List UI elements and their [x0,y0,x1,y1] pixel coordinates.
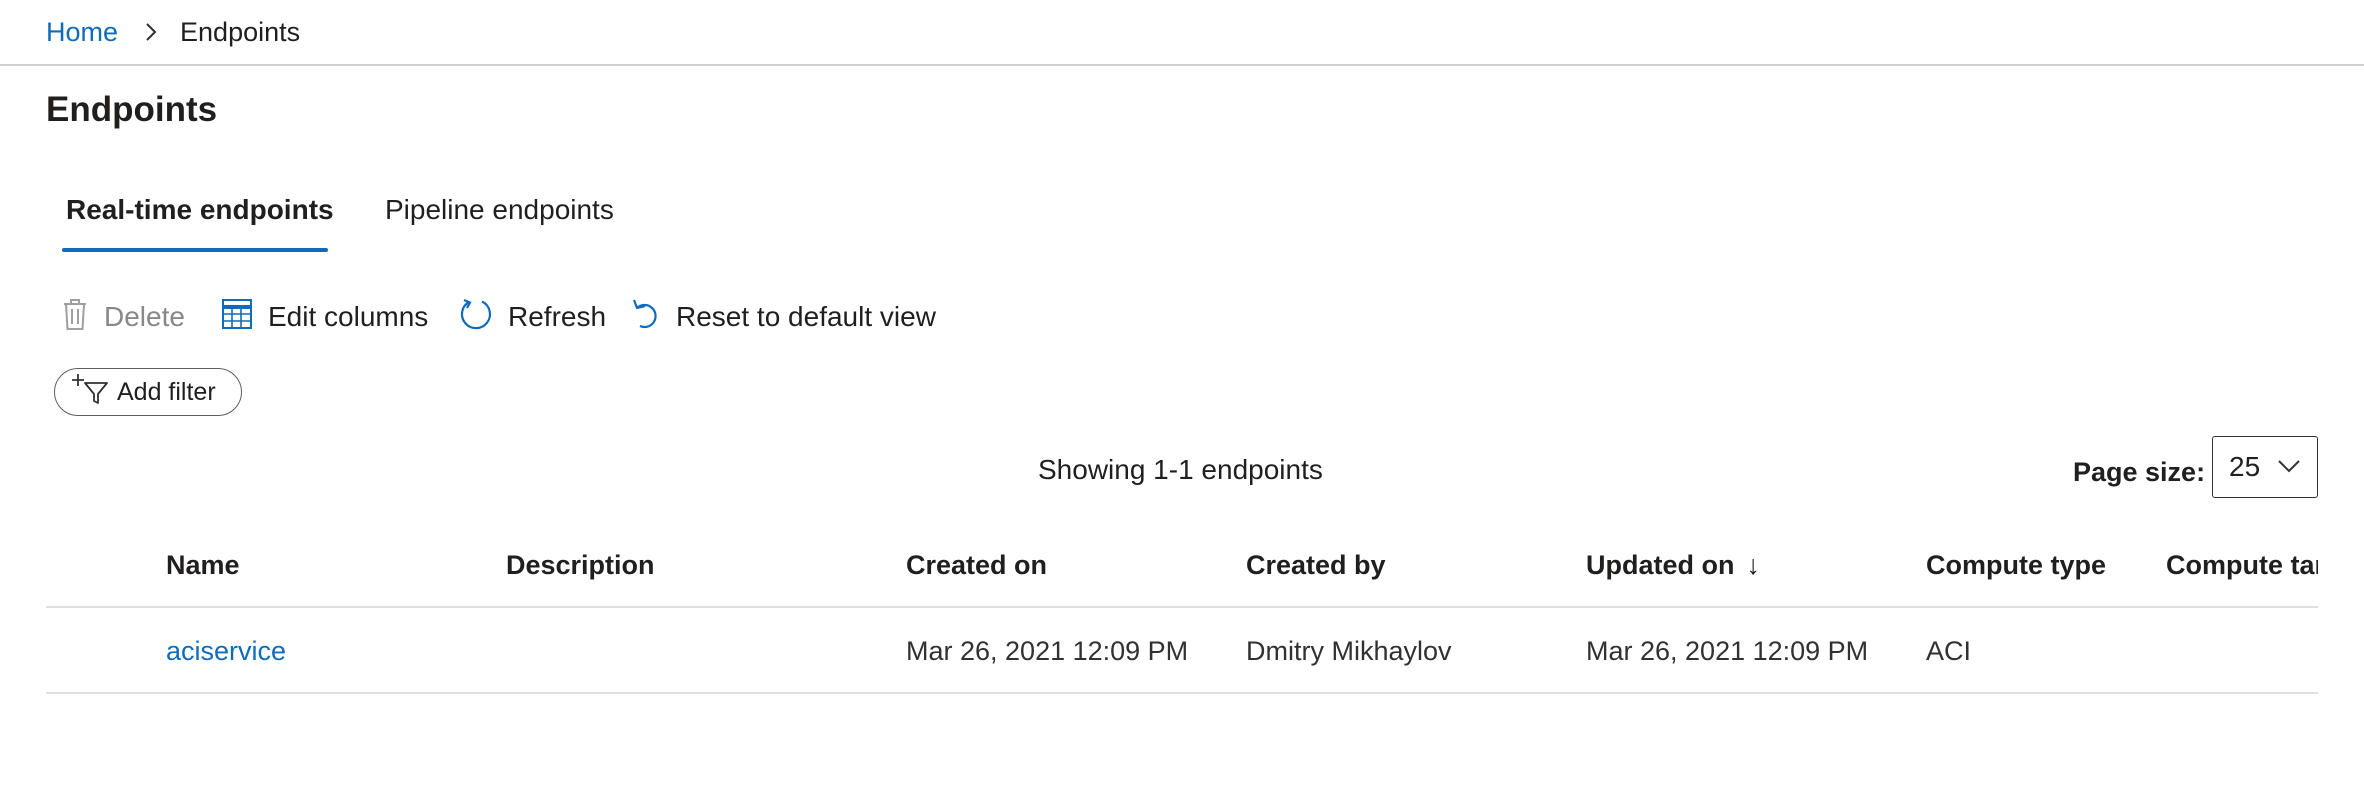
column-header-created-by[interactable]: Created by [1246,546,1386,584]
breadcrumb-current: Endpoints [180,16,301,47]
delete-label: Delete [104,301,185,332]
refresh-icon [458,296,508,339]
breadcrumb-home-link[interactable]: Home [46,17,118,48]
breadcrumb: Home Endpoints [46,0,300,64]
cell-created-by: Dmitry Mikhaylov [1246,636,1452,666]
column-header-compute-type[interactable]: Compute type [1926,546,2106,584]
page-size-label: Page size: [2073,457,2206,487]
add-filter-button[interactable]: Add filter [54,368,242,416]
refresh-button[interactable]: Refresh [458,292,606,342]
results-count: Showing 1-1 endpoints [1038,454,1323,485]
header-divider [0,64,2364,66]
column-header-created-on[interactable]: Created on [906,546,1047,584]
column-header-name[interactable]: Name [166,546,240,584]
table-columns-icon [220,297,268,338]
table-header-divider [46,606,2318,608]
delete-button[interactable]: Delete [60,292,185,342]
table-row-divider [46,692,2318,694]
add-filter-icon [69,372,117,413]
refresh-label: Refresh [508,301,607,332]
column-header-compute-target[interactable]: Compute tar [2166,546,2318,584]
cell-created-on: Mar 26, 2021 12:09 PM [906,636,1189,666]
page-title: Endpoints [46,90,218,129]
add-filter-label: Add filter [117,377,216,406]
page-size-select[interactable]: 25 [2212,436,2318,498]
column-header-description[interactable]: Description [506,546,655,584]
endpoint-name-link[interactable]: aciservice [166,632,286,670]
reset-label: Reset to default view [676,301,936,332]
edit-columns-button[interactable]: Edit columns [220,292,428,342]
undo-icon [630,296,676,339]
tab-pipeline-endpoints[interactable]: Pipeline endpoints [385,190,614,230]
edit-columns-label: Edit columns [268,301,429,332]
column-header-updated-on[interactable]: Updated on ↓ [1586,546,1760,584]
tab-real-time-endpoints[interactable]: Real-time endpoints [66,190,334,230]
reset-default-view-button[interactable]: Reset to default view [630,292,936,342]
sort-descending-icon: ↓ [1746,550,1761,580]
cell-compute-type: ACI [1926,636,1972,666]
active-tab-indicator [62,248,328,252]
page-size-value: 25 [2229,451,2261,482]
trash-icon [60,296,104,339]
cell-updated-on: Mar 26, 2021 12:09 PM [1586,636,1869,666]
chevron-right-icon [144,21,158,43]
updated-on-label: Updated on [1586,550,1735,580]
